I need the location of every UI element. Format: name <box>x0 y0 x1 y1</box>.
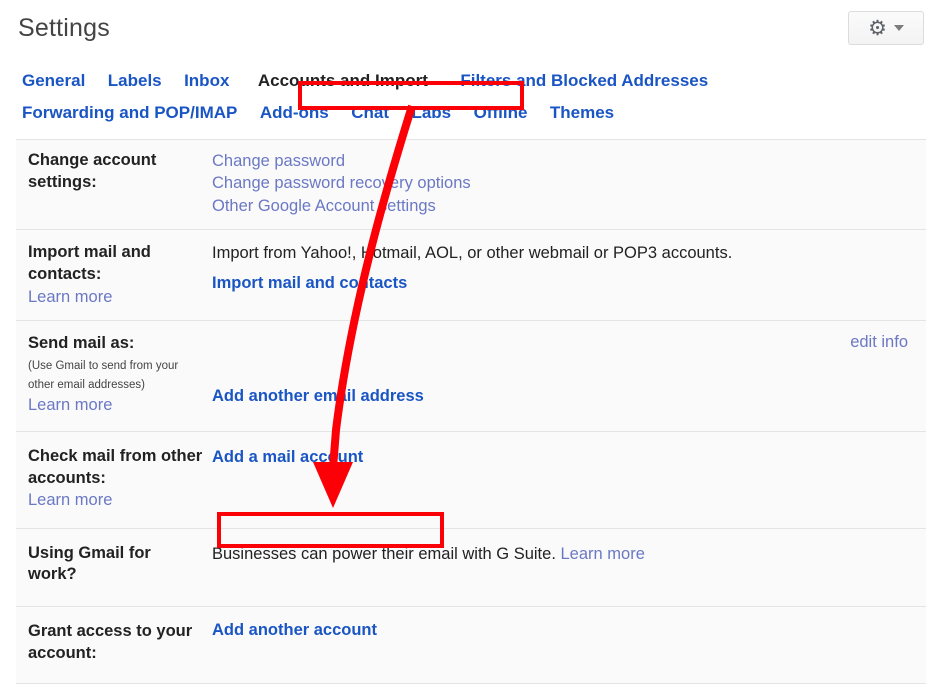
import-mail-description: Import from Yahoo!, Hotmail, AOL, or oth… <box>212 244 733 263</box>
row-label-using-gmail: Using Gmail for work? <box>16 543 212 587</box>
page-title: Settings <box>18 13 110 42</box>
change-password-link[interactable]: Change password <box>212 150 918 172</box>
learn-more-link-check-mail[interactable]: Learn more <box>28 490 112 511</box>
settings-row-using-gmail-for-work: Using Gmail for work? Businesses can pow… <box>16 528 926 608</box>
tab-accounts-and-import[interactable]: Accounts and Import <box>251 64 434 98</box>
tab-labels[interactable]: Labels <box>108 66 162 96</box>
row-label-send-mail-as: Send mail as: (Use Gmail to send from yo… <box>16 333 212 416</box>
tab-inbox[interactable]: Inbox <box>184 66 229 96</box>
row-content-change-account: Change password Change password recovery… <box>212 150 926 217</box>
settings-tabs: General Labels Inbox Accounts and Import… <box>0 56 940 135</box>
row-title: Change account settings: <box>28 151 157 191</box>
tab-filters-and-blocked-addresses[interactable]: Filters and Blocked Addresses <box>460 66 708 96</box>
row-label-check-mail: Check mail from other accounts: Learn mo… <box>16 446 212 512</box>
change-password-recovery-options-link[interactable]: Change password recovery options <box>212 172 918 194</box>
row-label-grant-access: Grant access to your account: <box>16 621 212 665</box>
gear-icon: ⚙ <box>868 16 887 40</box>
settings-table: Change account settings: Change password… <box>16 139 926 684</box>
tab-add-ons[interactable]: Add-ons <box>260 98 329 128</box>
tab-chat[interactable]: Chat <box>351 98 389 128</box>
tab-offline[interactable]: Offline <box>474 98 528 128</box>
edit-info-link[interactable]: edit info <box>850 333 908 352</box>
add-another-account-link[interactable]: Add another account <box>212 621 377 640</box>
tab-labs[interactable]: Labs <box>411 98 451 128</box>
row-content-grant-access: Add another account <box>212 621 926 665</box>
settings-row-check-mail: Check mail from other accounts: Learn mo… <box>16 431 926 529</box>
settings-row-import-mail: Import mail and contacts: Learn more Imp… <box>16 230 926 322</box>
row-label-import-mail: Import mail and contacts: Learn more <box>16 242 212 308</box>
row-title: Send mail as: <box>28 334 135 353</box>
chevron-down-icon <box>893 25 904 31</box>
row-title: Using Gmail for work? <box>28 543 151 584</box>
using-gmail-description: Businesses can power their email with G … <box>212 544 556 563</box>
settings-row-grant-access: Grant access to your account: Add anothe… <box>16 607 926 684</box>
tab-forwarding-and-pop-imap[interactable]: Forwarding and POP/IMAP <box>22 98 237 128</box>
add-another-email-address-link[interactable]: Add another email address <box>212 387 424 406</box>
tab-general[interactable]: General <box>22 66 85 96</box>
row-note: (Use Gmail to send from your other email… <box>28 360 179 391</box>
learn-more-link-import-mail[interactable]: Learn more <box>28 287 112 308</box>
using-gmail-description-wrapper: Businesses can power their email with G … <box>212 543 918 565</box>
learn-more-link-send-mail-as[interactable]: Learn more <box>28 395 112 416</box>
learn-more-link-using-gmail[interactable]: Learn more <box>561 545 645 563</box>
import-mail-and-contacts-link[interactable]: Import mail and contacts <box>212 274 407 293</box>
row-title: Import mail and contacts: <box>28 243 151 284</box>
row-label-change-account: Change account settings: <box>16 150 212 217</box>
row-title: Grant access to your account: <box>28 622 193 662</box>
settings-row-send-mail-as: Send mail as: (Use Gmail to send from yo… <box>16 321 926 432</box>
settings-gear-button[interactable]: ⚙ <box>848 11 924 45</box>
add-a-mail-account-link[interactable]: Add a mail account <box>212 448 363 467</box>
row-content-check-mail: Add a mail account <box>212 446 926 512</box>
row-title: Check mail from other accounts: <box>28 446 203 487</box>
other-google-account-settings-link[interactable]: Other Google Account settings <box>212 195 918 217</box>
tab-themes[interactable]: Themes <box>550 98 614 128</box>
row-content-send-mail-as: edit info Add another email address <box>212 333 926 416</box>
settings-row-change-account: Change account settings: Change password… <box>16 140 926 231</box>
row-content-using-gmail: Businesses can power their email with G … <box>212 543 926 587</box>
row-content-import-mail: Import from Yahoo!, Hotmail, AOL, or oth… <box>212 242 926 308</box>
settings-header: Settings ⚙ <box>0 0 940 56</box>
